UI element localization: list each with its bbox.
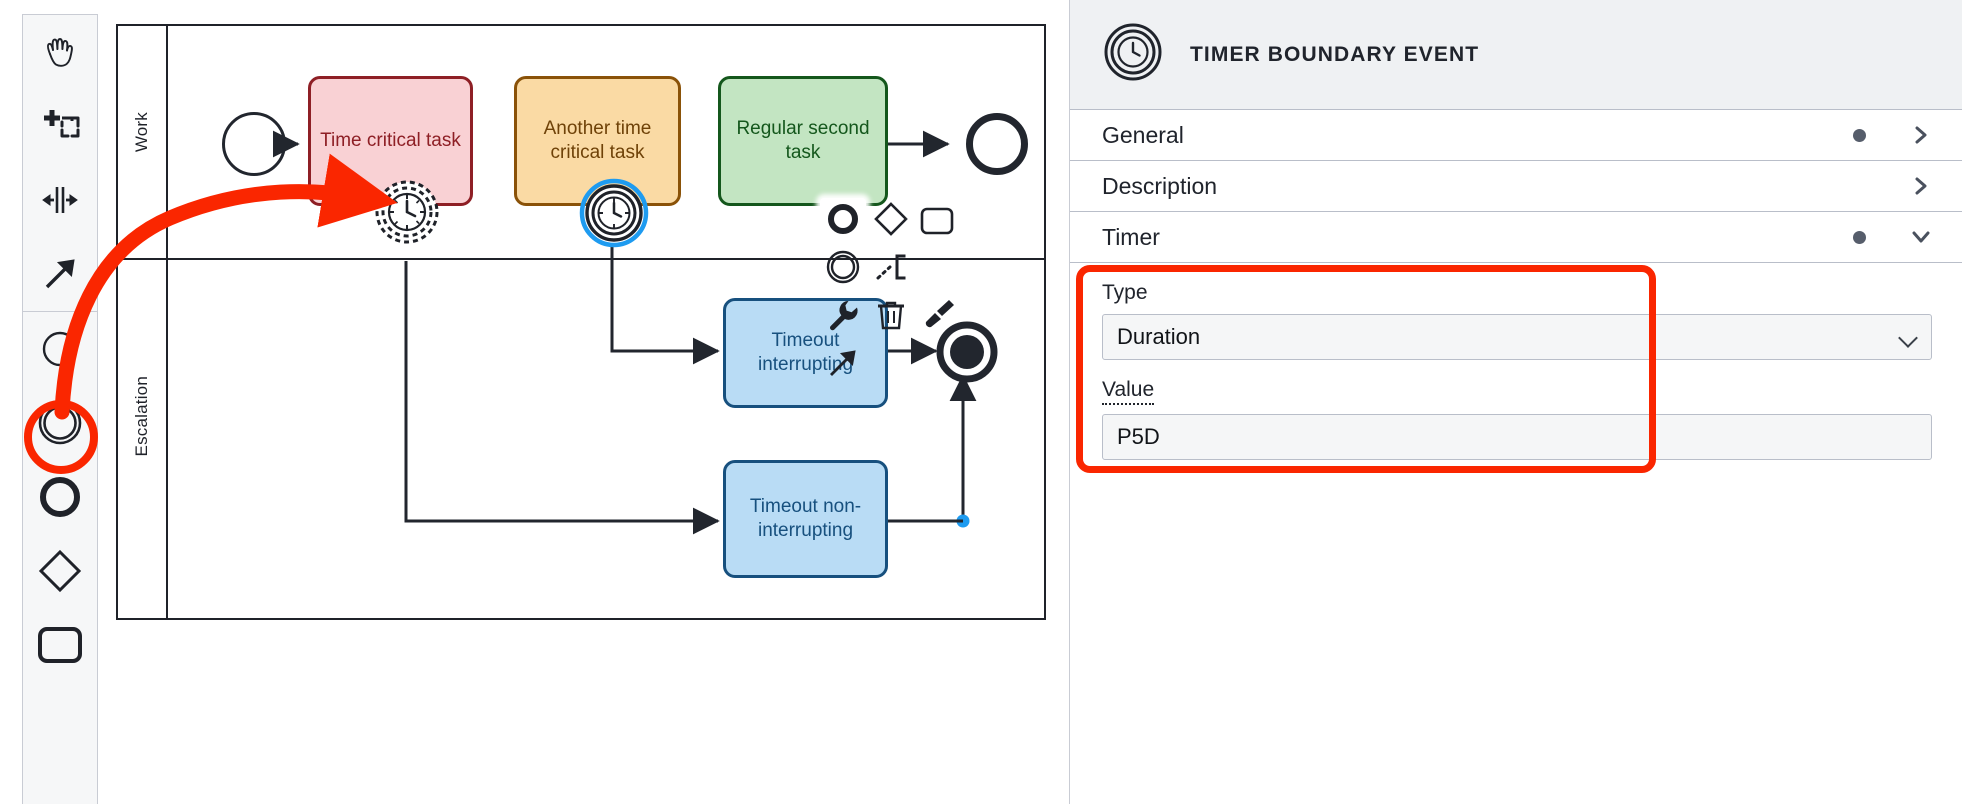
context-pad-append-intermediate-event[interactable]: [820, 246, 866, 292]
bpmn-modeler-window: Work Escalation Time critical task Anoth…: [0, 0, 1962, 804]
hand-icon: [38, 30, 82, 74]
properties-group-general[interactable]: General: [1070, 110, 1962, 161]
wrench-icon: [826, 298, 860, 337]
lasso-select-icon: [38, 104, 82, 148]
timer-boundary-event-interrupting[interactable]: [373, 178, 441, 246]
timer-type-value: Duration: [1117, 324, 1201, 349]
palette-item-task[interactable]: [23, 608, 97, 682]
task-label: Time critical task: [320, 130, 461, 151]
palette-item-lasso-tool[interactable]: [23, 89, 97, 163]
task-regular-second[interactable]: Regular second task: [718, 76, 888, 206]
chevron-right-icon: [1910, 124, 1932, 146]
context-pad: [816, 198, 988, 394]
gateway-diamond-icon: [872, 200, 910, 243]
context-pad-append-text-annotation[interactable]: [868, 246, 914, 292]
palette-item-space-tool[interactable]: [23, 163, 97, 237]
group-label: Timer: [1102, 223, 1160, 250]
connection-endpoint-handle[interactable]: [956, 514, 970, 528]
group-label: General: [1102, 121, 1184, 148]
end-event-icon: [36, 473, 84, 521]
intermediate-event-icon: [34, 397, 86, 449]
chevron-right-icon: [1910, 175, 1932, 197]
properties-group-description[interactable]: Description: [1070, 161, 1962, 212]
timer-type-select[interactable]: Duration: [1102, 314, 1932, 360]
space-tool-icon: [38, 178, 82, 222]
context-pad-append-gateway[interactable]: [868, 198, 914, 244]
context-pad-change-type[interactable]: [820, 294, 866, 340]
palette-item-start-event[interactable]: [23, 312, 97, 386]
properties-title: TIMER BOUNDARY EVENT: [1190, 42, 1480, 66]
palette-item-intermediate-event[interactable]: [23, 386, 97, 460]
context-pad-append-task[interactable]: [914, 200, 960, 246]
lane-label-escalation: Escalation: [132, 376, 151, 457]
context-pad-append-end-event[interactable]: [820, 198, 866, 244]
timer-boundary-event-icon: [375, 180, 439, 244]
double-circle-icon: [824, 248, 862, 291]
timer-fields: Type Duration Value: [1070, 281, 1962, 460]
context-pad-delete[interactable]: [868, 294, 914, 340]
timer-boundary-event-icon: [579, 178, 649, 248]
task-label: Another time critical task: [543, 118, 652, 163]
palette-item-hand-tool[interactable]: [23, 15, 97, 89]
arrow-connect-icon: [38, 252, 82, 296]
gateway-diamond-icon: [34, 545, 86, 597]
group-status-dot: [1853, 128, 1866, 142]
task-label: Regular second task: [736, 118, 870, 163]
timer-value-label: Value: [1102, 378, 1155, 405]
palette-item-end-event[interactable]: [23, 460, 97, 534]
text-annotation-icon: [872, 248, 910, 291]
timer-boundary-event-non-interrupting[interactable]: [579, 178, 649, 248]
timer-value-input[interactable]: [1102, 414, 1932, 460]
group-label: Description: [1102, 172, 1218, 199]
paintbrush-icon: [922, 298, 956, 337]
circle-thick-icon: [826, 202, 860, 241]
start-event-icon: [38, 327, 82, 371]
trash-icon: [874, 298, 908, 337]
group-status-dot: [1853, 230, 1866, 244]
element-palette: [22, 14, 98, 804]
end-event-work[interactable]: [966, 113, 1028, 175]
task-rect-icon: [34, 625, 86, 665]
timer-boundary-event-icon: [1102, 21, 1164, 88]
properties-header: TIMER BOUNDARY EVENT: [1070, 0, 1962, 110]
properties-group-timer[interactable]: Timer: [1070, 212, 1962, 263]
chevron-down-icon: [1910, 226, 1932, 248]
properties-panel: TIMER BOUNDARY EVENT General Description: [1069, 0, 1962, 804]
palette-group-tools: [23, 15, 97, 312]
lane-label-work: Work: [132, 112, 151, 153]
context-pad-connect[interactable]: [820, 342, 866, 388]
palette-group-elements: [23, 312, 97, 682]
task-rect-icon: [919, 206, 955, 241]
context-pad-set-color[interactable]: [916, 294, 962, 340]
task-label: Timeout non-interrupting: [749, 496, 862, 541]
timer-type-label: Type: [1102, 281, 1148, 304]
start-event[interactable]: [222, 112, 286, 176]
task-timeout-non-interrupting[interactable]: Timeout non-interrupting: [723, 460, 888, 578]
palette-item-gateway[interactable]: [23, 534, 97, 608]
arrow-connect-icon: [826, 346, 860, 385]
palette-item-global-connect-tool[interactable]: [23, 237, 97, 311]
